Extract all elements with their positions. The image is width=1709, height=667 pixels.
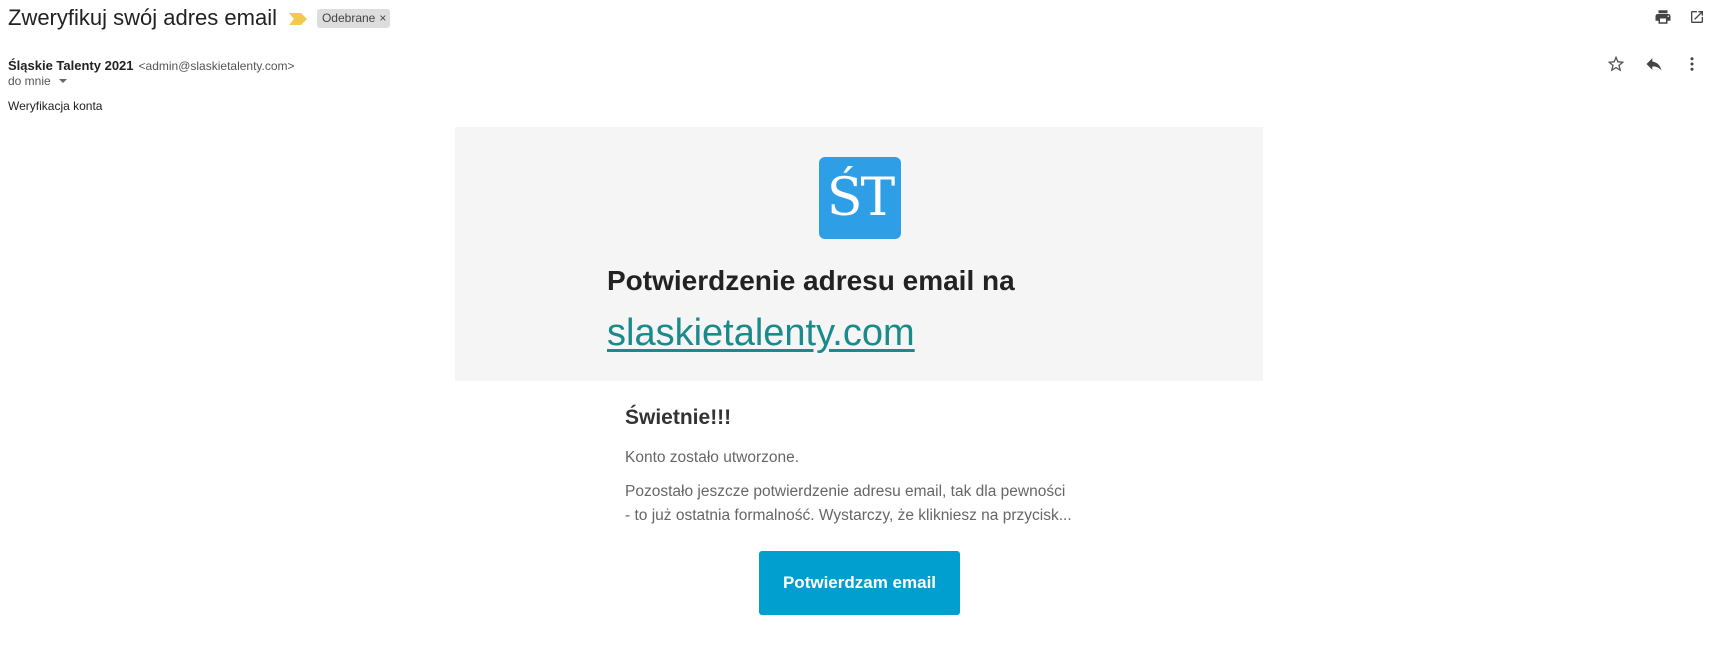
content-paragraph-2: Pozostało jeszcze potwierdzenie adresu e… [625, 480, 1105, 528]
brand-logo: ŚT [819, 157, 901, 239]
sender-email: <admin@slaskietalenty.com> [138, 59, 295, 73]
recipient-details-toggle[interactable]: do mnie [8, 74, 67, 88]
star-icon[interactable] [1603, 52, 1629, 76]
thread-toolbar [1651, 5, 1709, 29]
inbox-label-chip[interactable]: Odebrane × [316, 8, 391, 28]
hero-title: Potwierdzenie adresu email na [607, 265, 1015, 296]
more-options-icon[interactable] [1679, 52, 1705, 76]
content-paragraph-1: Konto zostało utworzone. [625, 449, 800, 466]
open-in-new-window-icon[interactable] [1685, 5, 1709, 29]
email-preheader: Weryfikacja konta [8, 99, 103, 113]
subject-row: Zweryfikuj swój adres email Odebrane × [8, 4, 391, 32]
website-link[interactable]: slaskietalenty.com [607, 312, 915, 355]
important-marker-icon[interactable] [288, 12, 307, 25]
email-content: Świetnie!!! Konto zostało utworzone. Poz… [625, 406, 1105, 528]
confirm-email-button[interactable]: Potwierdzam email [759, 551, 960, 615]
brand-logo-text: ŚT [826, 168, 895, 228]
reply-icon[interactable] [1641, 52, 1667, 76]
sender-name[interactable]: Śląskie Talenty 2021 [8, 58, 134, 73]
email-subject: Zweryfikuj swój adres email [8, 5, 277, 30]
print-icon[interactable] [1651, 5, 1675, 29]
paragraph-2-line-1: Pozostało jeszcze potwierdzenie adresu e… [625, 483, 1066, 500]
sender-row: Śląskie Talenty 2021 <admin@slaskietalen… [8, 58, 295, 73]
chevron-down-icon [58, 79, 67, 83]
paragraph-2-line-2: - to już ostatnia formalność. Wystarczy,… [625, 507, 1072, 524]
message-actions [1603, 52, 1705, 76]
recipient-label: do mnie [8, 74, 51, 88]
remove-label-icon[interactable]: × [379, 12, 386, 24]
content-heading: Świetnie!!! [625, 406, 732, 429]
email-hero: ŚT Potwierdzenie adresu email na slaskie… [455, 127, 1263, 381]
inbox-label-text: Odebrane [321, 11, 376, 25]
